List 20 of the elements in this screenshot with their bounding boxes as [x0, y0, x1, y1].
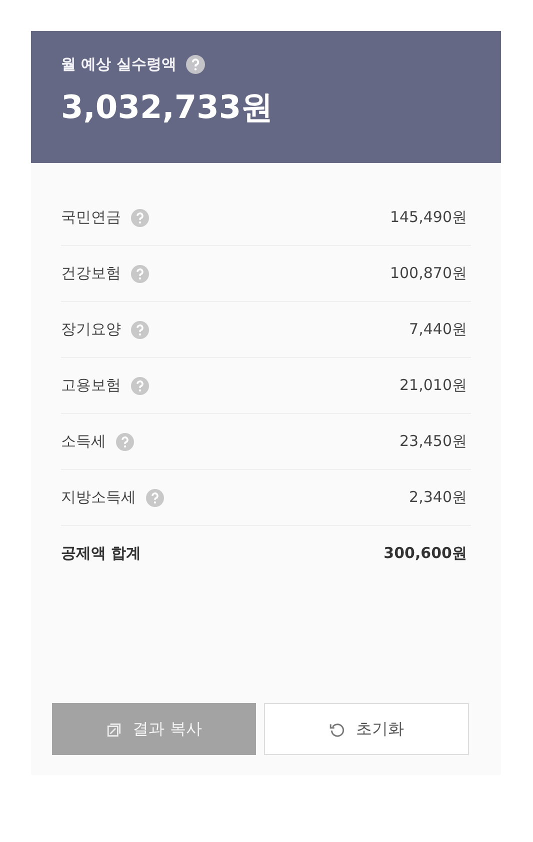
deduction-amount: 21,010원: [400, 376, 467, 395]
total-label: 공제액 합계: [61, 544, 142, 563]
deduction-amount: 7,440원: [409, 320, 467, 339]
help-icon[interactable]: [186, 55, 206, 74]
deduction-label: 장기요양: [61, 320, 121, 339]
deduction-amount: 100,870원: [390, 264, 467, 283]
deduction-label: 소득세: [61, 432, 106, 451]
deduction-label: 국민연금: [61, 208, 121, 227]
net-amount: 3,032,733원: [61, 87, 274, 128]
reset-icon: [328, 720, 346, 738]
deduction-amount: 23,450원: [400, 432, 467, 451]
deduction-amount: 145,490원: [390, 208, 467, 227]
title: 월 예상 실수령액: [61, 55, 176, 74]
deduction-label: 고용보험: [61, 376, 121, 395]
total-amount: 300,600원: [384, 544, 467, 563]
deduction-amount: 2,340원: [409, 488, 467, 507]
copy-icon: [106, 720, 123, 738]
deduction-label: 지방소득세: [61, 488, 136, 507]
deduction-label: 건강보험: [61, 264, 121, 283]
reset-button[interactable]: 초기화: [264, 703, 469, 755]
